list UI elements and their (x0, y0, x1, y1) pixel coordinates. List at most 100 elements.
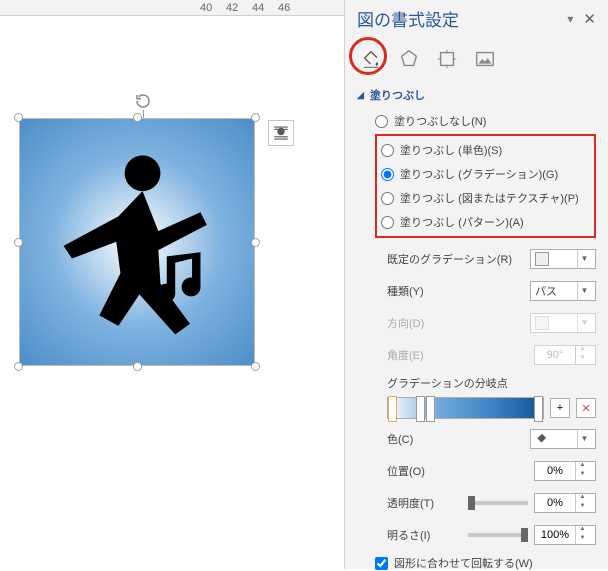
gradient-angle-value (535, 349, 575, 361)
brightness-spinner[interactable]: ▲▼ (534, 525, 596, 545)
ruler-tick: 42 (226, 2, 238, 14)
resize-handle-mr[interactable] (251, 238, 260, 247)
fill-gradient-option[interactable]: 塗りつぶし (グラデーション)(G) (381, 162, 590, 186)
picture-icon (474, 48, 496, 70)
fill-pattern-radio[interactable] (381, 216, 394, 229)
stop-color-label: 色(C) (387, 431, 413, 447)
document-canvas[interactable]: 40 42 44 46 (0, 0, 344, 569)
fill-line-tab[interactable] (357, 45, 385, 73)
fill-gradient-radio[interactable] (381, 168, 394, 181)
stop-position-row: 位置(O) ▲▼ (387, 461, 596, 481)
fill-picture-label: 塗りつぶし (図またはテクスチャ)(P) (400, 190, 579, 206)
paint-bucket-icon (360, 48, 382, 70)
layout-options-button[interactable] (268, 120, 294, 146)
add-gradient-stop-button[interactable]: + (550, 398, 570, 418)
gradient-stop-2[interactable] (416, 396, 425, 422)
stop-position-label: 位置(O) (387, 463, 425, 479)
dancer-with-music-icon (32, 131, 243, 352)
stop-brightness-label: 明るさ(I) (387, 527, 430, 543)
spin-down: ▼ (576, 355, 589, 364)
spin-up: ▲ (576, 346, 589, 355)
gradient-direction-label: 方向(D) (387, 315, 424, 331)
gradient-angle-label: 角度(E) (387, 347, 424, 363)
resize-handle-bm[interactable] (133, 362, 142, 371)
gradient-type-label: 種類(Y) (387, 283, 424, 299)
spin-down[interactable]: ▼ (576, 503, 589, 512)
fill-options-group: 塗りつぶしなし(N) 塗りつぶし (単色)(S) 塗りつぶし (グラデーション)… (375, 109, 596, 239)
transparency-value[interactable] (535, 497, 575, 509)
gradient-properties: 既定のグラデーション(R) ▼ 種類(Y) パス ▼ 方向(D) ▼ 角度(E) (387, 249, 596, 365)
spin-up[interactable]: ▲ (576, 462, 589, 471)
resize-handle-ml[interactable] (14, 238, 23, 247)
gradient-direction-dropdown: ▼ (530, 313, 596, 333)
fill-solid-label: 塗りつぶし (単色)(S) (400, 142, 502, 158)
chevron-down-icon: ▼ (577, 250, 591, 268)
gradient-direction-row: 方向(D) ▼ (387, 313, 596, 333)
resize-handle-tl[interactable] (14, 113, 23, 122)
annotation-highlight-box: 塗りつぶし (単色)(S) 塗りつぶし (グラデーション)(G) 塗りつぶし (… (375, 134, 596, 238)
stop-position-spinner[interactable]: ▲▼ (534, 461, 596, 481)
spin-down[interactable]: ▼ (576, 471, 589, 480)
panel-tabs (357, 45, 596, 73)
panel-close-button[interactable]: ✕ (583, 10, 596, 28)
stop-position-value[interactable] (535, 465, 575, 477)
ruler-tick: 40 (200, 2, 212, 14)
resize-handle-tm[interactable] (133, 113, 142, 122)
preset-gradient-row: 既定のグラデーション(R) ▼ (387, 249, 596, 269)
chevron-down-icon: ▼ (577, 430, 591, 448)
fill-pattern-option[interactable]: 塗りつぶし (パターン)(A) (381, 210, 590, 234)
effects-tab[interactable] (395, 45, 423, 73)
rotate-with-shape-checkbox[interactable] (375, 557, 388, 570)
ruler-tick: 44 (252, 2, 264, 14)
format-picture-panel: 図の書式設定 ▾ ✕ ◢ 塗りつぶし 塗りつぶしなし(N) (344, 0, 608, 569)
direction-swatch (535, 316, 549, 330)
brightness-slider[interactable] (468, 533, 528, 537)
stop-transparency-row: 透明度(T) ▲▼ (387, 493, 596, 513)
layout-tab[interactable] (433, 45, 461, 73)
fill-none-option[interactable]: 塗りつぶしなし(N) (375, 109, 596, 133)
resize-handle-br[interactable] (251, 362, 260, 371)
fill-picture-radio[interactable] (381, 192, 394, 205)
fill-section-header[interactable]: ◢ 塗りつぶし (357, 87, 596, 103)
picture-gradient-bg (19, 118, 255, 366)
gradient-angle-row: 角度(E) ▲▼ (387, 345, 596, 365)
preset-gradient-label: 既定のグラデーション(R) (387, 251, 512, 267)
resize-handle-bl[interactable] (14, 362, 23, 371)
fill-solid-option[interactable]: 塗りつぶし (単色)(S) (381, 138, 590, 162)
fill-solid-radio[interactable] (381, 144, 394, 157)
gradient-type-value: パス (535, 283, 557, 299)
fill-section-label: 塗りつぶし (370, 87, 425, 103)
fill-none-radio[interactable] (375, 115, 388, 128)
fill-color-icon (535, 432, 549, 446)
transparency-spinner[interactable]: ▲▼ (534, 493, 596, 513)
spin-up[interactable]: ▲ (576, 526, 589, 535)
rotate-handle[interactable] (134, 92, 152, 110)
gradient-stop-1[interactable] (388, 396, 397, 422)
fill-picture-option[interactable]: 塗りつぶし (図またはテクスチャ)(P) (381, 186, 590, 210)
pentagon-icon (398, 48, 420, 70)
spin-down[interactable]: ▼ (576, 535, 589, 544)
gradient-stop-3[interactable] (426, 396, 435, 422)
size-icon (436, 48, 458, 70)
gradient-stops-track[interactable] (387, 397, 544, 419)
preset-gradient-dropdown[interactable]: ▼ (530, 249, 596, 269)
brightness-value[interactable] (535, 529, 575, 541)
panel-menu-button[interactable]: ▾ (567, 12, 573, 26)
transparency-slider[interactable] (468, 501, 528, 505)
resize-handle-tr[interactable] (251, 113, 260, 122)
picture-tab[interactable] (471, 45, 499, 73)
preset-swatch (535, 252, 549, 266)
chevron-down-icon: ▼ (577, 314, 591, 332)
stop-color-row: 色(C) ▼ (387, 429, 596, 449)
fill-pattern-label: 塗りつぶし (パターン)(A) (400, 214, 524, 230)
stop-transparency-label: 透明度(T) (387, 495, 434, 511)
remove-gradient-stop-button[interactable]: ✕ (576, 398, 596, 418)
spin-up[interactable]: ▲ (576, 494, 589, 503)
gradient-stop-4[interactable] (534, 396, 543, 422)
fill-gradient-label: 塗りつぶし (グラデーション)(G) (400, 166, 558, 182)
gradient-type-row: 種類(Y) パス ▼ (387, 281, 596, 301)
stop-color-dropdown[interactable]: ▼ (530, 429, 596, 449)
gradient-type-dropdown[interactable]: パス ▼ (530, 281, 596, 301)
selected-picture[interactable] (19, 118, 255, 366)
chevron-down-icon: ▼ (577, 282, 591, 300)
